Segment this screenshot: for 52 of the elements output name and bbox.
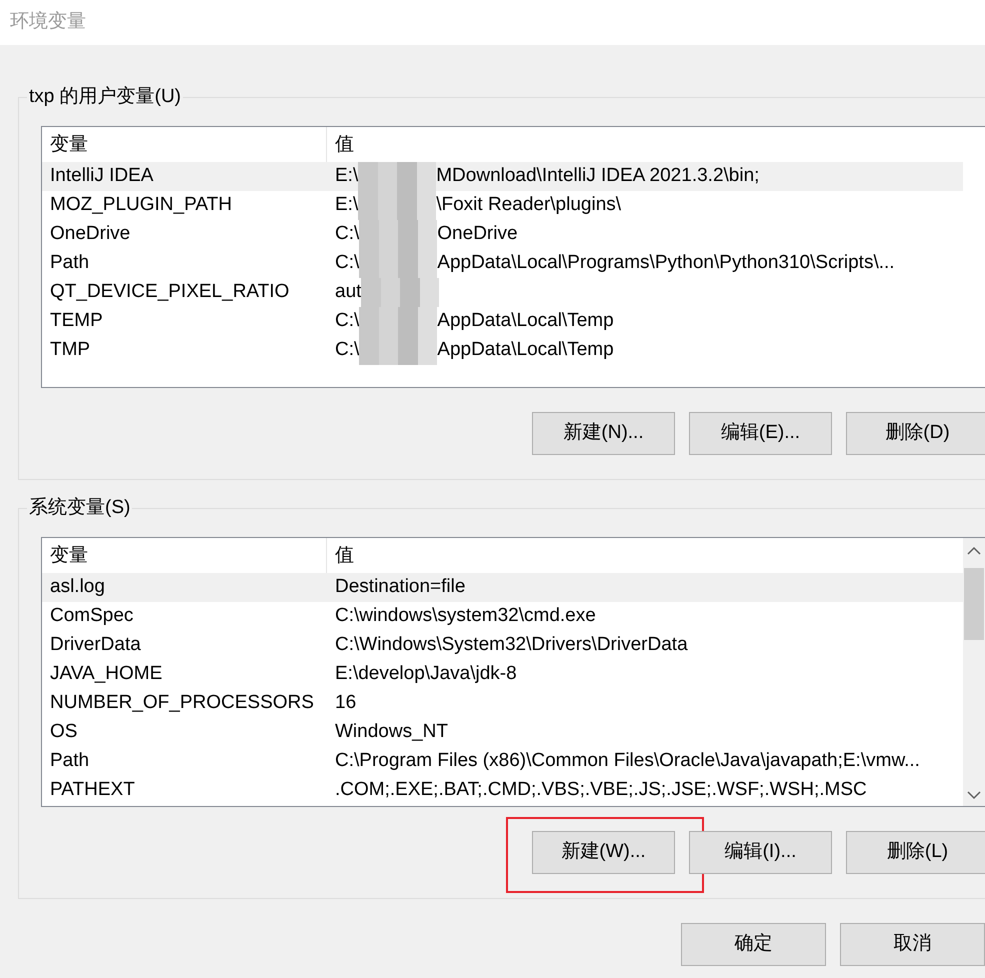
variable-value: AppData\Local\Temp <box>437 338 614 362</box>
variable-value: E:\develop\Java\jdk-8 <box>335 662 517 686</box>
variable-name: TEMP <box>49 309 104 334</box>
variable-name: OS <box>49 720 78 744</box>
action-button[interactable]: 删除(L) <box>846 831 985 874</box>
action-button[interactable]: 新建(N)... <box>532 412 675 455</box>
variable-name: ComSpec <box>49 604 134 628</box>
variable-name: IntelliJ IDEA <box>49 164 154 188</box>
variable-name: QT_DEVICE_PIXEL_RATIO <box>49 280 290 304</box>
variable-name: DriverData <box>49 633 142 658</box>
variable-name: asl.log <box>49 575 106 600</box>
column-header[interactable]: 值 <box>327 538 963 573</box>
variable-name: PATHEXT <box>49 778 136 802</box>
variable-value: MDownload\IntelliJ IDEA 2021.3.2\bin; <box>436 164 760 188</box>
variable-value: aut <box>335 280 362 304</box>
variable-name: NUMBER_OF_PROCESSORS <box>49 691 315 716</box>
variable-value: AppData\Local\Temp <box>437 309 614 334</box>
variable-value: C:\ <box>335 309 360 334</box>
action-button[interactable]: 编辑(E)... <box>689 412 832 455</box>
action-button[interactable]: 新建(W)... <box>532 831 675 874</box>
variable-value: Windows_NT <box>335 720 448 744</box>
variable-value: E:\ <box>335 164 358 188</box>
variable-value: Destination=file <box>335 575 466 600</box>
variable-name: TMP <box>49 338 92 362</box>
variable-value: OneDrive <box>437 222 518 246</box>
dialog-button[interactable]: 取消 <box>840 923 985 966</box>
dialog-button[interactable]: 确定 <box>681 923 826 966</box>
variable-value: C:\Windows\System32\Drivers\DriverData <box>335 633 688 658</box>
column-header[interactable]: 值 <box>327 127 963 162</box>
list-row[interactable]: asl.log Destination=file <box>42 573 963 602</box>
action-button[interactable]: 删除(D) <box>846 412 985 455</box>
variable-name: OneDrive <box>49 222 132 246</box>
variable-value: C:\ <box>335 222 360 246</box>
scroll-down-icon[interactable] <box>967 790 981 800</box>
variable-value: 16 <box>335 691 356 716</box>
scrollbar-thumb[interactable] <box>964 568 984 640</box>
variable-name: Path <box>49 251 90 276</box>
variable-value: AppData\Local\Programs\Python\Python310\Scripts\... <box>437 251 895 276</box>
window-title: 环境变量 <box>10 10 86 34</box>
scroll-up-icon[interactable] <box>967 546 981 556</box>
variable-name: JAVA_HOME <box>49 662 164 686</box>
variable-value: C:\windows\system32\cmd.exe <box>335 604 596 628</box>
variable-value: \Foxit Reader\plugins\ <box>436 193 622 218</box>
variable-value: C:\Program Files (x86)\Common Files\Oracle\Java\javapath;E:\vmw... <box>335 749 920 774</box>
variable-name: MOZ_PLUGIN_PATH <box>49 193 233 218</box>
variable-value: .COM;.EXE;.BAT;.CMD;.VBS;.VBE;.JS;.JSE;.WSF;.WSH;.MSC <box>335 778 867 802</box>
variable-value: C:\ <box>335 251 360 276</box>
variable-name: Path <box>49 749 90 774</box>
action-button[interactable]: 编辑(I)... <box>689 831 832 874</box>
variable-value: E:\ <box>335 193 358 218</box>
list-row[interactable]: IntelliJ IDEA E:\ MDownload\IntelliJ IDEA 2021.3.2\bin; <box>42 162 963 191</box>
variable-value: C:\ <box>335 338 360 362</box>
